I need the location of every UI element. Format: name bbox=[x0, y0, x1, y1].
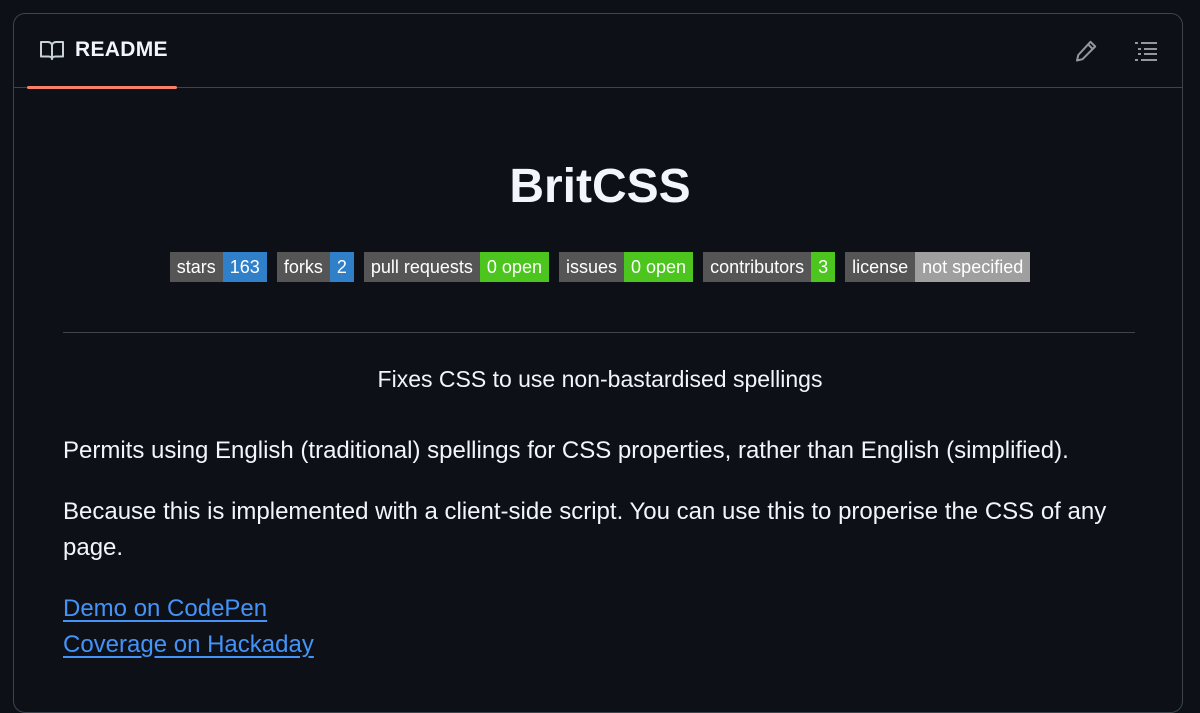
badge-label: forks bbox=[276, 252, 330, 282]
tab-readme-label: README bbox=[75, 38, 168, 61]
list-icon[interactable] bbox=[1134, 40, 1158, 62]
badge-label: license bbox=[845, 252, 916, 282]
readme-paragraph: Because this is implemented with a clien… bbox=[63, 498, 1107, 561]
badge-forks[interactable]: forks 2 bbox=[276, 252, 354, 282]
badge-value: 163 bbox=[222, 252, 267, 282]
badge-row: stars 163 forks 2 pull requests 0 open i… bbox=[0, 252, 1200, 282]
badge-label: stars bbox=[169, 252, 223, 282]
pencil-icon[interactable] bbox=[1074, 39, 1098, 63]
badge-stars[interactable]: stars 163 bbox=[169, 252, 267, 282]
badge-value: not specified bbox=[915, 252, 1031, 282]
readme-header: README bbox=[14, 14, 1182, 89]
readme-paragraph: Permits using English (traditional) spel… bbox=[63, 437, 1069, 464]
badge-value: 0 open bbox=[479, 252, 549, 282]
badge-label: issues bbox=[558, 252, 624, 282]
badge-value: 2 bbox=[329, 252, 354, 282]
badge-label: pull requests bbox=[363, 252, 480, 282]
badge-value: 0 open bbox=[624, 252, 694, 282]
badge-label: contributors bbox=[703, 252, 812, 282]
hackaday-coverage-link[interactable]: Coverage on Hackaday bbox=[63, 627, 314, 663]
tab-readme[interactable]: README bbox=[27, 14, 177, 89]
readme-title: BritCSS bbox=[509, 160, 691, 213]
codepen-demo-link[interactable]: Demo on CodePen bbox=[63, 591, 267, 627]
badge-issues[interactable]: issues 0 open bbox=[558, 252, 694, 282]
badge-contributors[interactable]: contributors 3 bbox=[703, 252, 836, 282]
badge-license[interactable]: license not specified bbox=[845, 252, 1031, 282]
badge-value: 3 bbox=[811, 252, 836, 282]
active-tab-indicator bbox=[27, 86, 177, 89]
book-icon bbox=[40, 41, 64, 60]
badge-pull-requests[interactable]: pull requests 0 open bbox=[363, 252, 549, 282]
section-divider bbox=[63, 332, 1135, 333]
readme-tagline: Fixes CSS to use non-bastardised spellin… bbox=[377, 366, 823, 392]
